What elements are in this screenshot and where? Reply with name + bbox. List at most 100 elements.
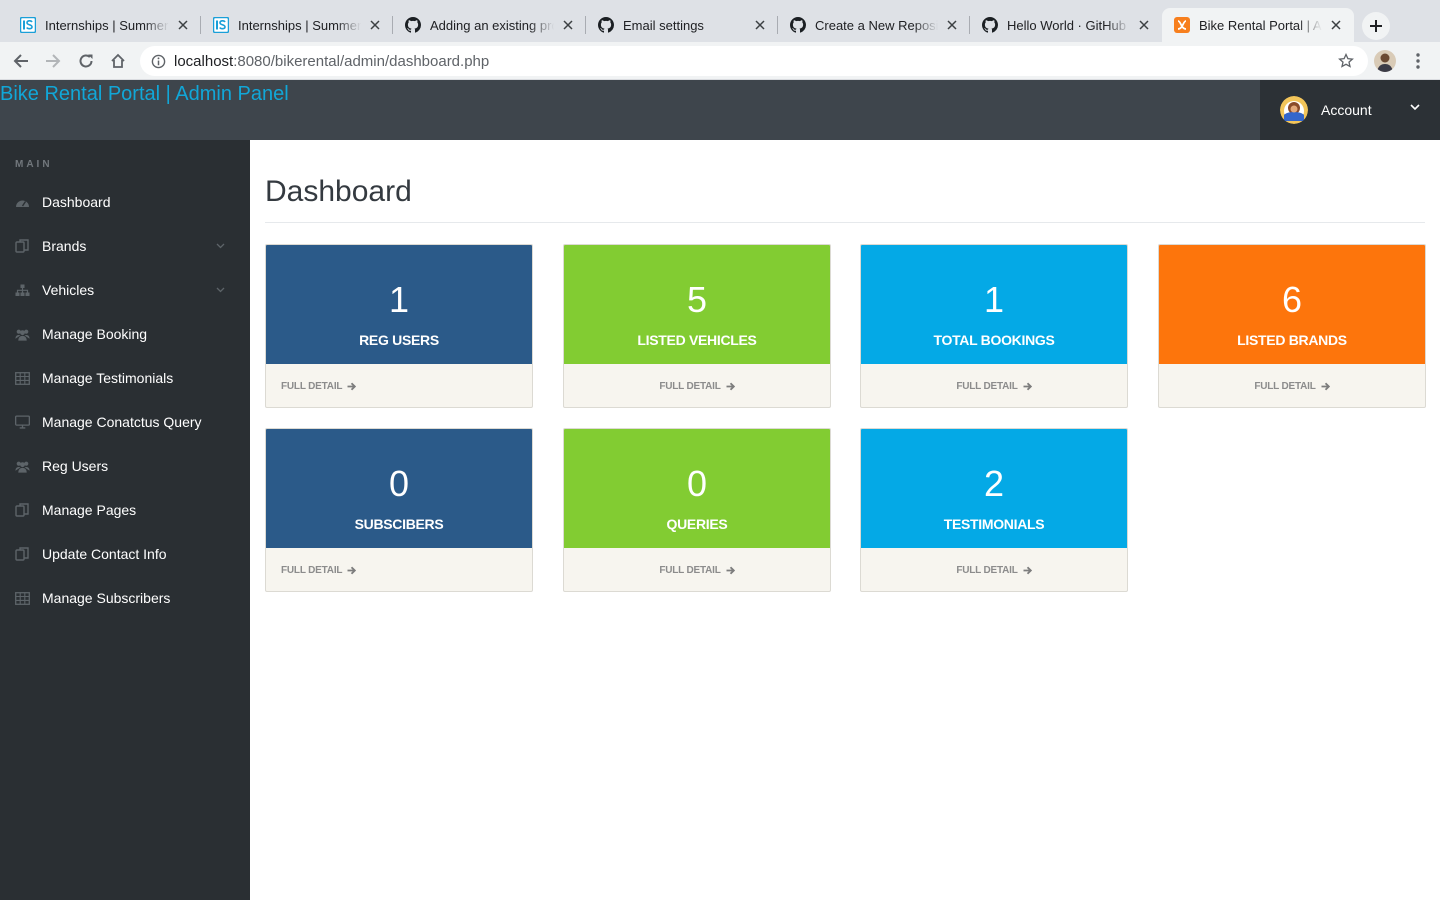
chevron-down-icon[interactable]	[214, 284, 226, 296]
full-detail-link[interactable]: FULL DETAIL	[956, 564, 1032, 576]
sidebar-item-manage-testimonials[interactable]: Manage Testimonials	[0, 356, 250, 400]
tab-title: Create a New Repository	[815, 17, 938, 33]
stat-card-panel: 6 LISTED BRANDS	[1159, 245, 1425, 364]
close-icon[interactable]	[944, 17, 960, 33]
stat-label: LISTED VEHICLES	[637, 332, 757, 348]
users-icon	[15, 327, 30, 341]
stat-card-footer: FULL DETAIL	[266, 548, 532, 591]
arrow-right-icon	[726, 566, 735, 575]
browser-tab[interactable]: Internships | Summer Internships	[201, 8, 393, 42]
stat-card-footer: FULL DETAIL	[564, 548, 830, 591]
arrow-right-icon	[1321, 382, 1330, 391]
sidebar-item-update-contact-info[interactable]: Update Contact Info	[0, 532, 250, 576]
github-icon	[598, 17, 614, 33]
internshala-icon	[213, 17, 229, 33]
sidebar-item-dashboard[interactable]: Dashboard	[0, 180, 250, 224]
stat-card-panel: 0 QUERIES	[564, 429, 830, 548]
browser-tab[interactable]: Adding an existing project to GitHub	[393, 8, 586, 42]
account-menu[interactable]: Account	[1260, 80, 1440, 140]
full-detail-link[interactable]: FULL DETAIL	[281, 381, 357, 392]
full-detail-link[interactable]: FULL DETAIL	[281, 564, 357, 576]
sidebar-item-label: Brands	[42, 238, 87, 254]
chevron-down-icon[interactable]	[214, 240, 226, 252]
forward-button[interactable]	[42, 50, 64, 72]
stat-label: LISTED BRANDS	[1237, 332, 1347, 348]
browser-tabstrip: Internships | Summer Internships Internsh…	[0, 0, 1440, 42]
stat-number: 6	[1281, 279, 1303, 320]
stat-card: 1 REG USERS FULL DETAIL	[265, 244, 533, 408]
home-button[interactable]	[107, 50, 129, 72]
sidebar-item-reg-users[interactable]: Reg Users	[0, 444, 250, 488]
back-button[interactable]	[10, 50, 32, 72]
browser-tab[interactable]: Internships | Summer Internships	[8, 8, 201, 42]
full-detail-label: FULL DETAIL	[1254, 380, 1316, 392]
stat-card-panel: 2 TESTIMONIALS	[861, 429, 1127, 548]
stat-card: 5 LISTED VEHICLES FULL DETAIL	[563, 244, 831, 408]
sidebar-item-label: Manage Pages	[42, 502, 137, 518]
sidebar-item-brands[interactable]: Brands	[0, 224, 250, 268]
close-icon[interactable]	[367, 17, 383, 33]
full-detail-label: FULL DETAIL	[281, 564, 343, 576]
arrow-right-icon	[46, 54, 61, 68]
stat-label: SUBSCIBERS	[354, 516, 444, 532]
sidebar-item-label: Manage Subscribers	[42, 590, 171, 606]
url-path: :8080/bikerental/admin/dashboard.php	[233, 52, 490, 70]
app-header: Bike Rental Portal | Admin Panel Account	[0, 80, 1440, 140]
full-detail-label: FULL DETAIL	[956, 380, 1018, 392]
browser-tab[interactable]: Bike Rental Portal | Admin Panel	[1162, 8, 1354, 42]
bookmark-star-icon[interactable]	[1338, 52, 1354, 69]
browser-tab[interactable]: Create a New Repository	[778, 8, 970, 42]
stat-card: 2 TESTIMONIALS FULL DETAIL	[860, 428, 1128, 592]
arrow-right-icon	[1023, 382, 1032, 391]
stat-card-footer: FULL DETAIL	[1159, 364, 1425, 407]
stat-card: 6 LISTED BRANDS FULL DETAIL	[1158, 244, 1426, 408]
stat-card: 1 TOTAL BOOKINGS FULL DETAIL	[860, 244, 1128, 408]
sidebar-item-label: Manage Conatctus Query	[42, 414, 202, 430]
table-icon	[15, 591, 30, 605]
url-text: localhost:8080/bikerental/admin/dashboar…	[174, 53, 489, 70]
sidebar-item-manage-subscribers[interactable]: Manage Subscribers	[0, 576, 250, 620]
tab-title: Bike Rental Portal | Admin Panel	[1199, 17, 1322, 33]
full-detail-link[interactable]: FULL DETAIL	[659, 565, 735, 576]
full-detail-link[interactable]: FULL DETAIL	[1254, 380, 1330, 392]
arrow-right-icon	[726, 382, 735, 391]
url-host: localhost	[174, 52, 234, 70]
reload-button[interactable]	[75, 50, 97, 72]
close-icon[interactable]	[560, 17, 576, 33]
arrow-left-icon	[13, 54, 28, 68]
browser-menu-icon[interactable]	[1410, 51, 1426, 71]
desktop-icon	[15, 415, 30, 429]
stat-card-footer: FULL DETAIL	[861, 364, 1127, 407]
users-icon	[15, 459, 30, 473]
full-detail-label: FULL DETAIL	[956, 564, 1018, 576]
table-icon	[15, 371, 30, 385]
profile-avatar[interactable]	[1374, 50, 1396, 72]
sidebar-item-vehicles[interactable]: Vehicles	[0, 268, 250, 312]
stat-label: TOTAL BOOKINGS	[933, 332, 1055, 348]
browser-tab[interactable]: Hello World · GitHub Guides	[970, 8, 1162, 42]
full-detail-link[interactable]: FULL DETAIL	[659, 381, 735, 392]
sidebar-item-manage-pages[interactable]: Manage Pages	[0, 488, 250, 532]
files-icon	[15, 547, 30, 561]
browser-tab[interactable]: Email settings	[586, 8, 778, 42]
files-icon	[15, 503, 30, 517]
close-icon[interactable]	[1328, 17, 1344, 33]
close-icon[interactable]	[175, 17, 191, 33]
brand-title[interactable]: Bike Rental Portal | Admin Panel	[0, 83, 289, 106]
sidebar-item-manage-conatctus-query[interactable]: Manage Conatctus Query	[0, 400, 250, 444]
close-icon[interactable]	[752, 17, 768, 33]
browser-toolbar: localhost:8080/bikerental/admin/dashboar…	[0, 42, 1440, 80]
tab-title: Hello World · GitHub Guides	[1007, 17, 1130, 33]
sitemap-icon	[15, 283, 30, 297]
title-divider	[265, 222, 1425, 223]
info-icon[interactable]	[150, 53, 166, 69]
new-tab-button[interactable]	[1362, 12, 1390, 40]
close-icon[interactable]	[1136, 17, 1152, 33]
stat-label: QUERIES	[666, 516, 728, 532]
sidebar-item-manage-booking[interactable]: Manage Booking	[0, 312, 250, 356]
full-detail-link[interactable]: FULL DETAIL	[956, 380, 1032, 392]
address-bar[interactable]: localhost:8080/bikerental/admin/dashboar…	[140, 46, 1368, 76]
stat-card-footer: FULL DETAIL	[861, 548, 1127, 591]
stat-number: 1	[388, 279, 410, 320]
stat-card-panel: 0 SUBSCIBERS	[266, 429, 532, 548]
